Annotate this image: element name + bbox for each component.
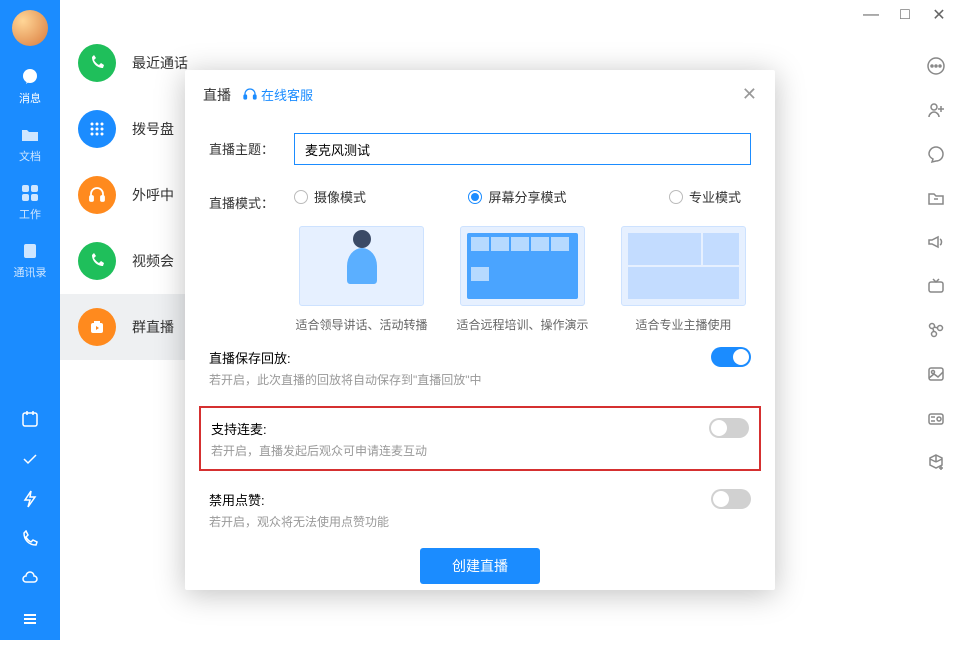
sidebar-item-label: 文档	[19, 148, 41, 164]
live-icon	[78, 308, 116, 346]
mode-option-pro[interactable]: 专业模式	[669, 187, 741, 206]
radio-icon	[294, 190, 308, 204]
theme-label: 直播主题：	[209, 133, 294, 158]
chat-bubble-icon	[19, 66, 41, 88]
lightning-icon[interactable]	[19, 488, 41, 510]
avatar[interactable]	[12, 10, 48, 46]
list-item-label: 外呼中	[132, 185, 174, 205]
sidebar-item-label: 通讯录	[14, 264, 47, 280]
toggle-switch[interactable]	[709, 418, 749, 438]
toggle-desc: 若开启，此次直播的回放将自动保存到"直播回放"中	[209, 371, 751, 388]
toggle-label: 支持连麦:	[211, 419, 267, 438]
maximize-button[interactable]: □	[898, 6, 912, 24]
left-sidebar: 消息 文档 工作 通讯录	[0, 0, 60, 640]
preview-camera[interactable]: 适合领导讲话、活动转播	[294, 226, 429, 333]
phone-icon	[78, 44, 116, 82]
list-item-label: 最近通话	[132, 53, 188, 73]
list-item-label: 拨号盘	[132, 119, 174, 139]
sidebar-item-contacts[interactable]: 通讯录	[0, 240, 60, 280]
grid-icon	[19, 182, 41, 204]
dialpad-icon	[78, 110, 116, 148]
preview-caption: 适合远程培训、操作演示	[456, 316, 588, 333]
preview-camera-thumb	[299, 226, 424, 306]
preview-screen[interactable]: 适合远程培训、操作演示	[455, 226, 590, 333]
folder-right-icon[interactable]	[925, 187, 947, 209]
theme-input[interactable]	[294, 133, 751, 165]
toggle-desc: 若开启，观众将无法使用点赞功能	[209, 513, 751, 530]
sidebar-item-docs[interactable]: 文档	[0, 124, 60, 164]
dialog-header: 直播 在线客服 ✕	[185, 70, 775, 115]
toggle-label: 直播保存回放:	[209, 348, 291, 367]
preview-caption: 适合专业主播使用	[635, 316, 731, 333]
chat-icon[interactable]	[925, 143, 947, 165]
toggle-label: 禁用点赞:	[209, 490, 265, 509]
preview-screen-thumb	[460, 226, 585, 306]
create-live-button[interactable]: 创建直播	[420, 548, 540, 584]
preview-pro-thumb	[621, 226, 746, 306]
preview-pro[interactable]: 适合专业主播使用	[616, 226, 751, 333]
mode-label: 直播模式：	[209, 187, 294, 212]
online-service-link[interactable]: 在线客服	[243, 85, 313, 104]
window-controls: — □ ✕	[864, 0, 961, 30]
right-sidebar	[911, 35, 961, 473]
toggle-switch[interactable]	[711, 347, 751, 367]
radio-checked-icon	[468, 190, 482, 204]
cloud-icon[interactable]	[19, 568, 41, 590]
toggle-switch[interactable]	[711, 489, 751, 509]
calendar-icon[interactable]	[19, 408, 41, 430]
dialog-close-button[interactable]: ✕	[742, 84, 757, 105]
video-call-icon	[78, 242, 116, 280]
preview-caption: 适合领导讲话、活动转播	[295, 316, 427, 333]
folder-icon	[19, 124, 41, 146]
list-item-label: 群直播	[132, 317, 174, 337]
minimize-button[interactable]: —	[864, 6, 878, 24]
toggle-desc: 若开启，直播发起后观众可申请连麦互动	[211, 442, 749, 459]
phone-video-icon[interactable]	[19, 528, 41, 550]
toggle-support-mic: 支持连麦: 若开启，直播发起后观众可申请连麦互动	[199, 406, 761, 471]
sidebar-item-messages[interactable]: 消息	[0, 66, 60, 106]
sidebar-item-label: 工作	[19, 206, 41, 222]
live-dialog: 直播 在线客服 ✕ 直播主题： 直播模式： 摄像模式 屏幕分享模式	[185, 70, 775, 590]
headset-icon	[78, 176, 116, 214]
sidebar-item-label: 消息	[19, 90, 41, 106]
more-icon[interactable]	[925, 55, 947, 77]
sidebar-item-work[interactable]: 工作	[0, 182, 60, 222]
cube-plus-icon[interactable]	[925, 451, 947, 473]
radio-icon	[669, 190, 683, 204]
mode-option-screen[interactable]: 屏幕分享模式	[468, 187, 566, 206]
close-button[interactable]: ✕	[932, 5, 946, 25]
cluster-icon[interactable]	[925, 319, 947, 341]
radio-icon[interactable]	[925, 407, 947, 429]
headset-small-icon	[243, 88, 257, 102]
megaphone-icon[interactable]	[925, 231, 947, 253]
toggle-disable-likes: 禁用点赞: 若开启，观众将无法使用点赞功能	[209, 489, 751, 530]
dialog-title: 直播	[203, 85, 231, 105]
tv-icon[interactable]	[925, 275, 947, 297]
menu-icon[interactable]	[19, 608, 41, 630]
list-item-label: 视频会	[132, 251, 174, 271]
mode-option-camera[interactable]: 摄像模式	[294, 187, 366, 206]
add-user-icon[interactable]	[925, 99, 947, 121]
toggle-save-replay: 直播保存回放: 若开启，此次直播的回放将自动保存到"直播回放"中	[209, 347, 751, 388]
check-icon[interactable]	[19, 448, 41, 470]
image-icon[interactable]	[925, 363, 947, 385]
contacts-icon	[19, 240, 41, 262]
